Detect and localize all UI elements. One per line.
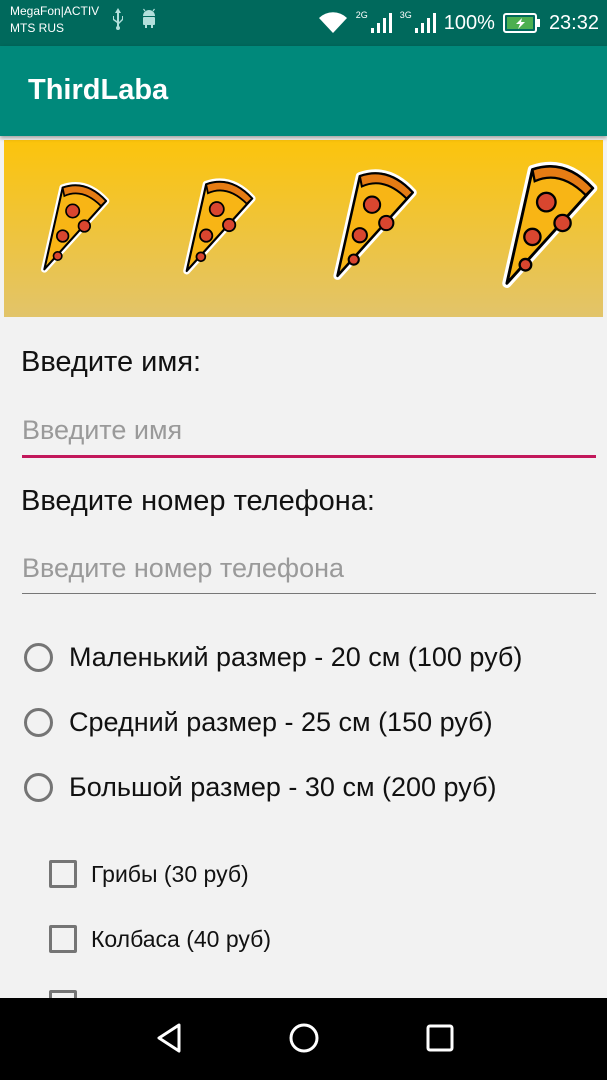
topping-mushrooms[interactable]: Грибы (30 руб) (49, 857, 249, 891)
network-type-1: 2G (355, 10, 368, 20)
app-title: ThirdLaba (28, 74, 169, 106)
battery-percent: 100% (443, 11, 495, 34)
name-label: Введите имя: (21, 346, 202, 378)
wifi-icon (318, 12, 347, 33)
radio-button[interactable] (24, 642, 53, 672)
home-icon[interactable] (284, 1018, 324, 1058)
size-option-label: Большой размер - 30 см (200 руб) (69, 771, 497, 802)
app-bar: ThirdLaba (0, 46, 607, 136)
checkbox[interactable] (49, 860, 77, 888)
topping-label: Грибы (30 руб) (91, 860, 249, 887)
network-type-2: 3G (399, 10, 412, 20)
size-option-small[interactable]: Маленький размер - 20 см (100 руб) (24, 637, 522, 677)
topping-partial[interactable] (49, 987, 77, 998)
back-icon[interactable] (150, 1018, 190, 1058)
name-input[interactable] (22, 405, 596, 458)
topping-sausage[interactable]: Колбаса (40 руб) (49, 922, 271, 956)
pizza-slice-icon (502, 161, 598, 288)
checkbox[interactable] (49, 925, 77, 953)
size-option-label: Средний размер - 25 см (150 руб) (69, 706, 493, 737)
radio-button[interactable] (24, 772, 53, 802)
pizza-slice-icon (333, 169, 417, 280)
carrier-info: MegaFon|ACTIV MTS RUS (10, 3, 99, 37)
pizza-slice-icon (183, 178, 256, 275)
signal-icon-1 (370, 13, 392, 33)
pizza-banner (4, 140, 603, 317)
recents-icon[interactable] (420, 1018, 460, 1058)
signal-icon-2 (414, 13, 436, 33)
android-icon (143, 8, 155, 28)
clock: 23:32 (548, 11, 599, 34)
carrier-1: MegaFon|ACTIV (10, 4, 100, 18)
size-option-large[interactable]: Большой размер - 30 см (200 руб) (24, 767, 497, 807)
phone-input[interactable] (22, 543, 596, 594)
checkbox[interactable] (49, 990, 77, 998)
status-bar: MegaFon|ACTIV MTS RUS 2G 3G 100% 23:32 (0, 0, 607, 46)
pizza-slice-icon (41, 182, 110, 273)
radio-button[interactable] (24, 707, 53, 737)
navigation-bar (0, 998, 607, 1080)
battery-charging-icon (502, 13, 540, 33)
usb-icon (113, 8, 123, 30)
size-option-label: Маленький размер - 20 см (100 руб) (69, 641, 523, 672)
phone-label: Введите номер телефона: (21, 485, 375, 517)
main-content[interactable]: Введите имя: Введите номер телефона: Мал… (0, 136, 607, 998)
carrier-2: MTS RUS (10, 21, 64, 35)
topping-label: Колбаса (40 руб) (91, 925, 271, 952)
size-option-medium[interactable]: Средний размер - 25 см (150 руб) (24, 702, 493, 742)
